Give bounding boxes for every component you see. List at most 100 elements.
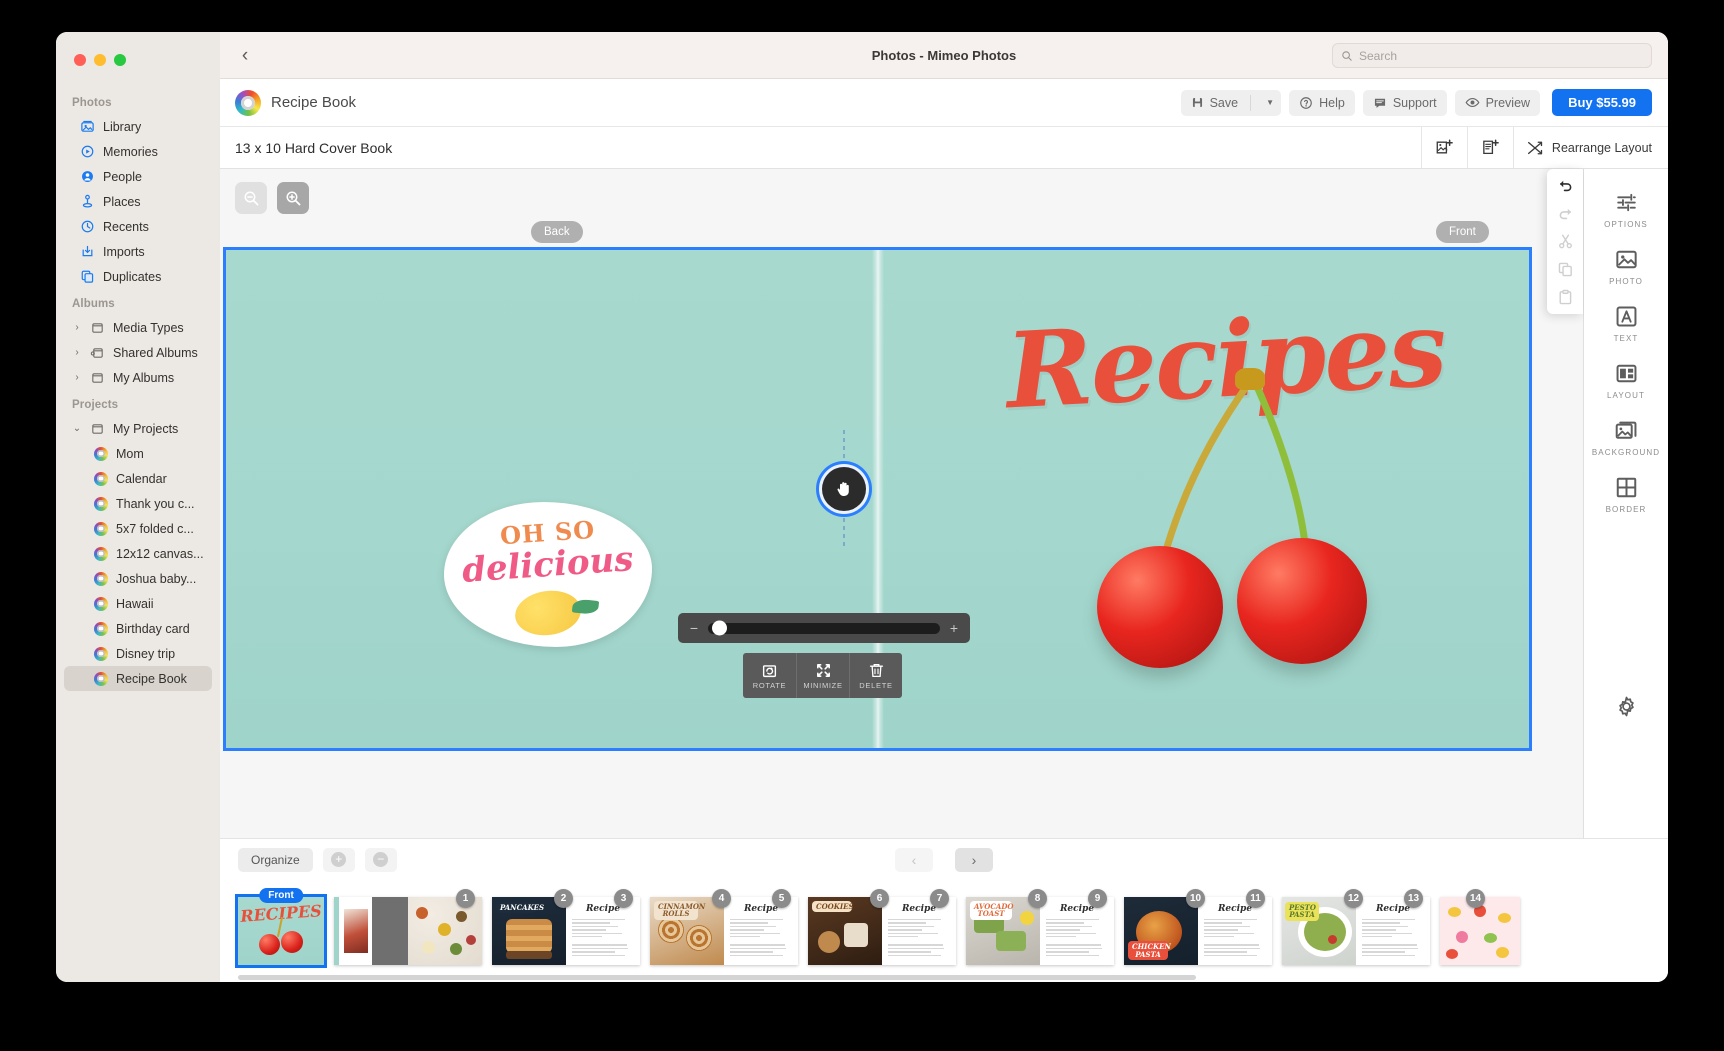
back-button[interactable]: ‹ <box>234 46 256 65</box>
rearrange-layout-button[interactable]: Rearrange Layout <box>1512 127 1668 168</box>
slider-plus-icon[interactable]: + <box>948 620 960 636</box>
add-page-button[interactable] <box>1466 127 1513 168</box>
tool-background[interactable]: BACKGROUND <box>1584 409 1668 466</box>
page-left[interactable]: CINNAMON ROLLS <box>650 897 724 965</box>
window-traffic-lights[interactable] <box>74 54 126 66</box>
chevron-right-icon[interactable]: › <box>72 372 82 383</box>
filmstrip-scrollbar[interactable] <box>238 975 1196 980</box>
save-button[interactable]: Save ▼ <box>1180 89 1282 116</box>
back-cover-thumbnail[interactable] <box>1440 897 1520 965</box>
search-input[interactable] <box>1359 48 1643 63</box>
support-button[interactable]: Support <box>1362 89 1447 116</box>
tool-layout[interactable]: LAYOUT <box>1584 352 1668 409</box>
slider-minus-icon[interactable]: − <box>688 620 700 636</box>
thumbnail-spread[interactable]: 1 <box>334 889 482 965</box>
canvas-area[interactable]: Back Front Recipes OH SO delicious − + R… <box>220 169 1584 838</box>
sidebar-project-12x12-canvas[interactable]: 12x12 canvas... <box>56 541 220 566</box>
search-field[interactable] <box>1332 43 1652 68</box>
page-left[interactable]: COOKIES <box>808 897 882 965</box>
image-scale-slider[interactable]: − + <box>678 613 970 643</box>
cover-spread[interactable]: Recipes OH SO delicious − + ROTATE MINIM… <box>223 247 1532 751</box>
thumbnail-spread[interactable]: 10 11 CHICKEN PASTA Recipe <box>1124 889 1272 965</box>
tool-text[interactable]: TEXT <box>1584 295 1668 352</box>
sidebar-item-my-projects[interactable]: ⌄ My Projects <box>56 416 220 441</box>
rotate-button[interactable]: ROTATE <box>743 653 796 698</box>
sidebar-project-birthday-card[interactable]: Birthday card <box>56 616 220 641</box>
page-right[interactable]: Recipe <box>882 897 956 965</box>
thumbnail-cover[interactable]: Front RECIPES <box>235 888 327 968</box>
page-left[interactable]: PESTO PASTA <box>1282 897 1356 965</box>
page-right[interactable]: Recipe <box>724 897 798 965</box>
oh-so-delicious-sticker[interactable]: OH SO delicious <box>444 502 652 647</box>
zoom-in-button[interactable] <box>277 182 309 214</box>
chevron-right-icon[interactable]: › <box>72 322 82 333</box>
tool-options[interactable]: OPTIONS <box>1584 181 1668 238</box>
page-right[interactable]: Recipe <box>566 897 640 965</box>
page-left[interactable] <box>334 897 408 965</box>
delete-button[interactable]: DELETE <box>849 653 902 698</box>
tool-border[interactable]: BORDER <box>1584 466 1668 523</box>
sidebar-item-recents[interactable]: Recents <box>56 214 220 239</box>
sidebar-project-hawaii[interactable]: Hawaii <box>56 591 220 616</box>
minimize-button[interactable]: MINIMIZE <box>796 653 849 698</box>
cover-thumbnail[interactable]: RECIPES <box>235 894 327 968</box>
next-page-button[interactable]: › <box>955 847 993 872</box>
slider-thumb[interactable] <box>712 620 727 636</box>
settings-button[interactable] <box>1615 695 1638 718</box>
sidebar-item-duplicates[interactable]: Duplicates <box>56 264 220 289</box>
close-button[interactable] <box>74 54 86 66</box>
redo-icon[interactable] <box>1557 205 1574 222</box>
undo-icon[interactable] <box>1557 177 1574 194</box>
maximize-button[interactable] <box>114 54 126 66</box>
page-filmstrip[interactable]: Front RECIPES 1 2 3 PANCAKES Recipe 4 5 … <box>220 880 1668 982</box>
page-left[interactable]: PANCAKES <box>492 897 566 965</box>
page-right[interactable]: Recipe <box>1356 897 1430 965</box>
thumbnail-back-cover[interactable]: 14 <box>1440 889 1520 965</box>
sidebar-item-places[interactable]: Places <box>56 189 220 214</box>
zoom-out-button[interactable] <box>235 182 267 214</box>
preview-button[interactable]: Preview <box>1454 89 1541 116</box>
chevron-down-icon[interactable]: ▼ <box>1259 98 1281 107</box>
page-right[interactable]: Recipe <box>1040 897 1114 965</box>
sidebar-project-joshua-baby[interactable]: Joshua baby... <box>56 566 220 591</box>
sidebar-item-memories[interactable]: Memories <box>56 139 220 164</box>
help-button[interactable]: Help <box>1289 89 1355 116</box>
sidebar-item-media-types[interactable]: › Media Types <box>56 315 220 340</box>
minimize-button[interactable] <box>94 54 106 66</box>
sidebar-item-people[interactable]: People <box>56 164 220 189</box>
page-number-badge: 6 <box>870 889 889 908</box>
page-right[interactable]: Recipe <box>1198 897 1272 965</box>
page-left[interactable]: CHICKEN PASTA <box>1124 897 1198 965</box>
sidebar-project-recipe-book[interactable]: Recipe Book <box>64 666 212 691</box>
previous-page-button[interactable]: ‹ <box>895 847 933 872</box>
sidebar-project-thank-you-card[interactable]: Thank you c... <box>56 491 220 516</box>
buy-button[interactable]: Buy $55.99 <box>1552 89 1652 116</box>
sidebar-project-5x7-folded-card[interactable]: 5x7 folded c... <box>56 516 220 541</box>
thumbnail-spread[interactable]: 2 3 PANCAKES Recipe <box>492 889 640 965</box>
sidebar-item-imports[interactable]: Imports <box>56 239 220 264</box>
page-left[interactable]: AVOCADO TOAST <box>966 897 1040 965</box>
cut-icon[interactable] <box>1557 233 1574 250</box>
sidebar-project-calendar[interactable]: Calendar <box>56 466 220 491</box>
sidebar-item-my-albums[interactable]: › My Albums <box>56 365 220 390</box>
sidebar-item-library[interactable]: Library <box>56 114 220 139</box>
tool-photo[interactable]: PHOTO <box>1584 238 1668 295</box>
thumbnail-spread[interactable]: 4 5 CINNAMON ROLLS Recipe <box>650 889 798 965</box>
copy-icon[interactable] <box>1557 261 1574 278</box>
thumbnail-spread[interactable]: 6 7 COOKIES Recipe <box>808 889 956 965</box>
page-right[interactable] <box>408 897 482 965</box>
pan-handle[interactable] <box>822 467 866 511</box>
add-photo-button[interactable] <box>1420 127 1467 168</box>
sidebar: Photos Library Memories People Places Re… <box>56 32 220 982</box>
delete-label: DELETE <box>859 680 893 690</box>
chevron-right-icon[interactable]: › <box>72 347 82 358</box>
thumbnail-spread[interactable]: 12 13 PESTO PASTA Recipe <box>1282 889 1430 965</box>
thumbnail-spread[interactable]: 8 9 AVOCADO TOAST Recipe <box>966 889 1114 965</box>
slider-track[interactable] <box>708 620 940 636</box>
sidebar-project-disney-trip[interactable]: Disney trip <box>56 641 220 666</box>
cherries-photo[interactable] <box>1089 368 1409 678</box>
paste-icon[interactable] <box>1557 289 1574 306</box>
chevron-down-icon[interactable]: ⌄ <box>72 423 82 434</box>
sidebar-project-mom[interactable]: Mom <box>56 441 220 466</box>
sidebar-item-shared-albums[interactable]: › Shared Albums <box>56 340 220 365</box>
